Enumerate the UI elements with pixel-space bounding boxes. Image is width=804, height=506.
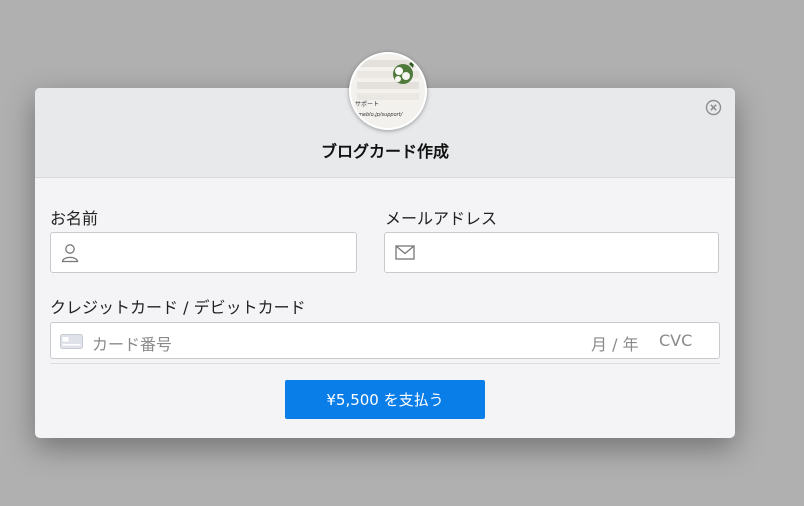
brand-avatar: サポート ameblo.jp/support/ <box>349 52 427 130</box>
email-field[interactable] <box>384 232 719 274</box>
expiry-placeholder[interactable]: 月 / 年 <box>591 331 639 355</box>
envelope-icon <box>395 245 415 264</box>
name-input[interactable] <box>89 233 353 274</box>
name-field[interactable] <box>50 232 357 274</box>
card-label: クレジットカード / デビットカード <box>50 298 306 317</box>
email-label: メールアドレス <box>385 209 498 228</box>
email-input[interactable] <box>423 233 712 274</box>
card-number-placeholder[interactable]: カード番号 <box>92 331 172 355</box>
cvc-placeholder[interactable]: CVC <box>659 331 692 350</box>
divider <box>50 363 720 364</box>
close-button[interactable] <box>705 99 722 116</box>
modal-title: ブログカード作成 <box>320 142 449 161</box>
credit-card-icon <box>60 334 83 353</box>
user-icon <box>61 243 79 267</box>
card-field[interactable]: カード番号 月 / 年 CVC <box>50 322 720 359</box>
close-circle-icon <box>705 99 722 116</box>
pay-button[interactable]: ¥5,500 を支払う <box>285 380 485 419</box>
payment-modal: ブログカード作成 お名前 メールアドレス クレジットカード / デビットカード … <box>35 88 735 438</box>
avatar-image: サポート ameblo.jp/support/ <box>351 54 425 128</box>
avatar-text-2: ameblo.jp/support/ <box>355 112 404 118</box>
avatar-text-1: サポート <box>355 100 379 108</box>
name-label: お名前 <box>50 209 99 228</box>
